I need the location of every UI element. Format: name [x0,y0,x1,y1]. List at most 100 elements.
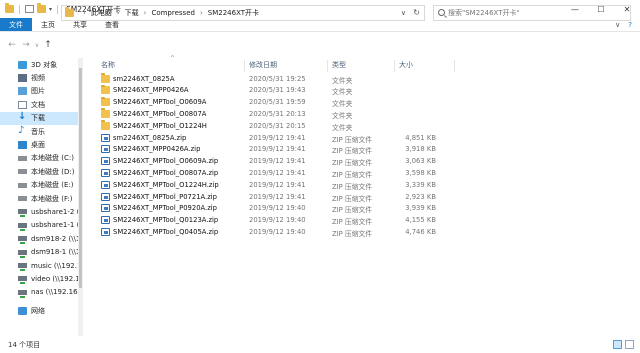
chevron-right-icon[interactable]: › [200,9,203,17]
file-row[interactable]: SM2246XT_MPTool_O1224H.zip 2019/9/12 19:4… [84,179,640,191]
nav-item-label: 3D 对象 [31,60,58,69]
nav-item-label: dsm918-1 (\\19 [31,248,78,257]
file-row[interactable]: SM2246XT_MPP0426A.zip 2019/9/12 19:41 ZIP … [84,144,640,156]
column-name[interactable]: 名称 [101,60,115,70]
nav-scrollbar-thumb[interactable] [79,68,82,288]
address-dropdown-icon[interactable]: ∨ [401,9,406,17]
file-name: SM2246XT_MPTool_O0609A.zip [113,157,219,166]
file-name: SM2246XT_MPTool_O0609A [113,98,207,107]
file-size: 4,851 KB [405,133,436,142]
chevron-right-icon[interactable]: › [117,9,120,17]
column-divider[interactable] [394,60,395,72]
expand-ribbon-icon[interactable]: ∨ [615,21,620,29]
folder-icon [65,7,74,17]
details-view-icon[interactable] [613,340,622,349]
back-button[interactable]: ← [5,38,19,52]
nav-item[interactable]: dsm918-1 (\\19 [0,245,78,258]
nav-item[interactable]: 本地磁盘 (D:) [0,165,78,178]
zip-file-icon [101,216,110,225]
file-row[interactable]: SM2246XT_MPTool_O0807A 2020/5/31 20:13 文件夹 [84,108,640,120]
file-date: 2019/9/12 19:41 [249,180,306,189]
file-row[interactable]: SM2246XT_MPTool_Q0405A.zip 2019/9/12 19:4… [84,226,640,238]
file-row[interactable]: sm2246XT_0825A.zip 2019/9/12 19:41 ZIP 压缩文… [84,132,640,144]
file-row[interactable]: SM2246XT_MPTool_O0807A.zip 2019/9/12 19:4… [84,167,640,179]
breadcrumb: › 此电脑 › 下载 › Compressed › SM2246XT开卡 [78,8,259,18]
nav-item-label: 本地磁盘 (C:) [31,154,74,163]
file-date: 2019/9/12 19:41 [249,145,306,154]
nav-item[interactable]: 下载 [0,111,78,125]
nav-item[interactable]: 视频 [0,71,78,84]
nav-item[interactable]: music (\\192.16 [0,259,78,272]
zip-file-icon [101,133,110,142]
file-row[interactable]: SM2246XT_MPTool_P0721A.zip 2019/9/12 19:4… [84,191,640,203]
file-date: 2020/5/31 19:59 [249,98,306,107]
file-date: 2019/9/12 19:41 [249,192,306,201]
forward-button[interactable]: → [19,38,33,52]
status-bar: 14 个项目 [0,336,640,353]
file-row[interactable]: SM2246XT_MPTool_O0609A.zip 2019/9/12 19:4… [84,156,640,168]
tab-home[interactable]: 主页 [32,18,64,31]
help-icon[interactable]: ? [628,21,632,29]
column-type[interactable]: 类型 [332,60,346,70]
nav-item[interactable]: 图片 [0,85,78,98]
zip-file-icon [101,157,110,166]
zip-file-icon [101,227,110,236]
nav-item[interactable]: nas (\\192.168. [0,286,78,299]
folder-icon [101,96,110,107]
column-size[interactable]: 大小 [399,60,413,70]
chevron-right-icon[interactable]: › [144,9,147,17]
tab-file[interactable]: 文件 [0,18,32,31]
address-bar[interactable]: › 此电脑 › 下载 › Compressed › SM2246XT开卡 ∨ ↻ [61,5,425,21]
file-row[interactable]: SM2246XT_MPTool_O1224H 2020/5/31 20:15 文件夹 [84,120,640,132]
zip-file-icon [101,204,110,213]
refresh-button[interactable]: ↻ [413,8,420,17]
file-row[interactable]: SM2246XT_MPP0426A 2020/5/31 19:43 文件夹 [84,84,640,97]
nav-item[interactable]: usbshare1-1 (\\ [0,219,78,232]
file-name: sm2246XT_0825A [113,74,175,83]
column-divider[interactable] [327,60,328,72]
nav-item[interactable]: usbshare1-2 (\\ [0,205,78,218]
breadcrumb-downloads[interactable]: 下载 [125,8,139,18]
search-input[interactable]: 搜索"SM2246XT开卡" [433,5,631,21]
file-row[interactable]: sm2246XT_0825A 2020/5/31 19:25 文件夹 [84,73,640,85]
nav-scrollbar[interactable] [78,58,83,336]
customize-toolbar-icon[interactable]: ▾ [49,6,52,13]
recent-locations-button[interactable]: ∨ [33,38,41,52]
file-name: sm2246XT_0825A.zip [113,133,187,142]
nav-item[interactable]: 网络 [0,304,78,317]
breadcrumb-this-pc[interactable]: 此电脑 [91,8,112,18]
file-name: SM2246XT_MPTool_P0920A.zip [113,204,217,213]
toolbar-divider [57,4,59,14]
nav-item-label: 视频 [31,74,45,83]
sort-ascending-icon: ^ [170,55,176,62]
nav-item[interactable]: 音乐 [0,125,78,138]
column-divider[interactable] [454,60,455,72]
file-row[interactable]: SM2246XT_MPTool_Q0123A.zip 2019/9/12 19:4… [84,215,640,227]
new-folder-icon[interactable] [37,3,46,13]
file-name: SM2246XT_MPP0426A.zip [113,145,201,154]
file-type: 文件夹 [332,100,353,109]
breadcrumb-compressed[interactable]: Compressed [151,9,195,17]
nav-item-label: 本地磁盘 (D:) [31,167,75,176]
file-type: 文件夹 [332,88,353,97]
nav-item[interactable]: 3D 对象 [0,58,78,71]
nav-item[interactable]: video (\\192.16 [0,272,78,285]
large-icons-view-icon[interactable] [625,340,634,349]
file-type: 文件夹 [332,76,353,85]
column-date[interactable]: 修改日期 [249,60,277,70]
nav-item[interactable]: 文档 [0,98,78,111]
network-drive-icon [18,236,27,245]
breadcrumb-current[interactable]: SM2246XT开卡 [208,8,259,18]
nav-item[interactable]: 本地磁盘 (C:) [0,152,78,165]
properties-icon[interactable] [25,5,34,13]
file-row[interactable]: SM2246XT_MPTool_P0920A.zip 2019/9/12 19:4… [84,203,640,215]
up-button[interactable]: ↑ [41,38,55,52]
nav-item-label: 网络 [31,306,45,315]
network-icon [18,306,27,315]
nav-item[interactable]: 本地磁盘 (E:) [0,179,78,192]
file-row[interactable]: SM2246XT_MPTool_O0609A 2020/5/31 19:59 文件夹 [84,96,640,109]
nav-item[interactable]: dsm918-2 (\\19 [0,232,78,245]
nav-item[interactable]: 本地磁盘 (F:) [0,192,78,205]
column-divider[interactable] [244,60,245,72]
nav-item[interactable]: 桌面 [0,138,78,151]
